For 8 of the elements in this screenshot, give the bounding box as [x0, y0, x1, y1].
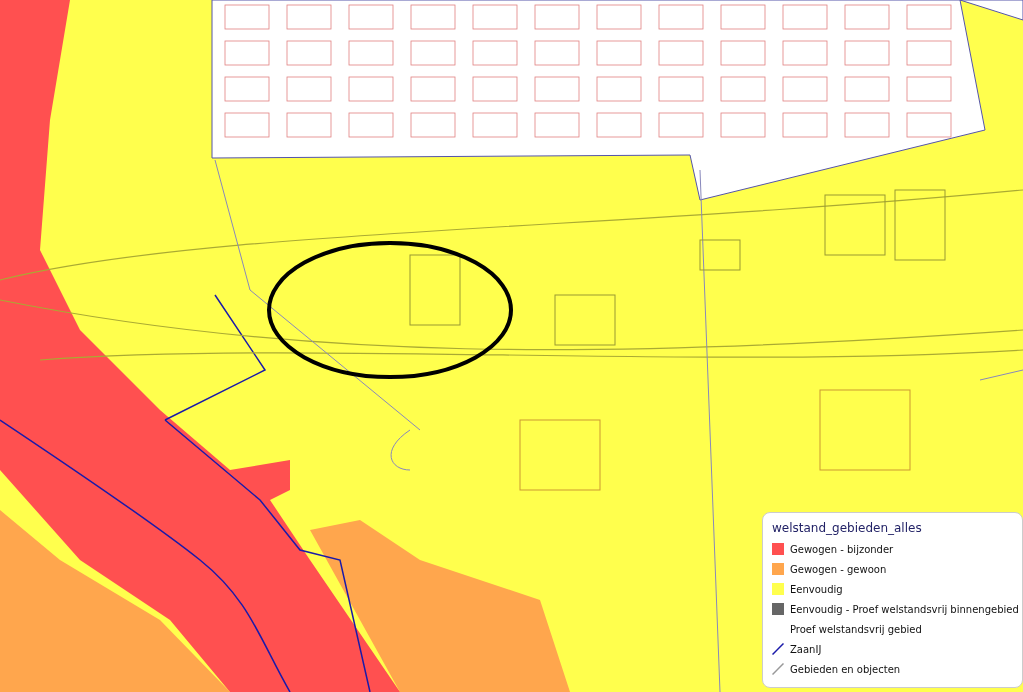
legend-label: Proef welstandsvrij gebied [790, 623, 922, 635]
legend-label: Gebieden en objecten [790, 663, 901, 675]
legend-label: Eenvoudig [790, 583, 843, 595]
legend-label: ZaanIJ [790, 643, 822, 655]
legend-title: welstand_gebieden_alles [772, 521, 923, 535]
legend-label: Eenvoudig - Proef welstandsvrij binnengebied [790, 603, 1019, 615]
legend-label: Gewogen - gewoon [790, 563, 887, 575]
legend-label: Gewogen - bijzonder [790, 543, 894, 555]
